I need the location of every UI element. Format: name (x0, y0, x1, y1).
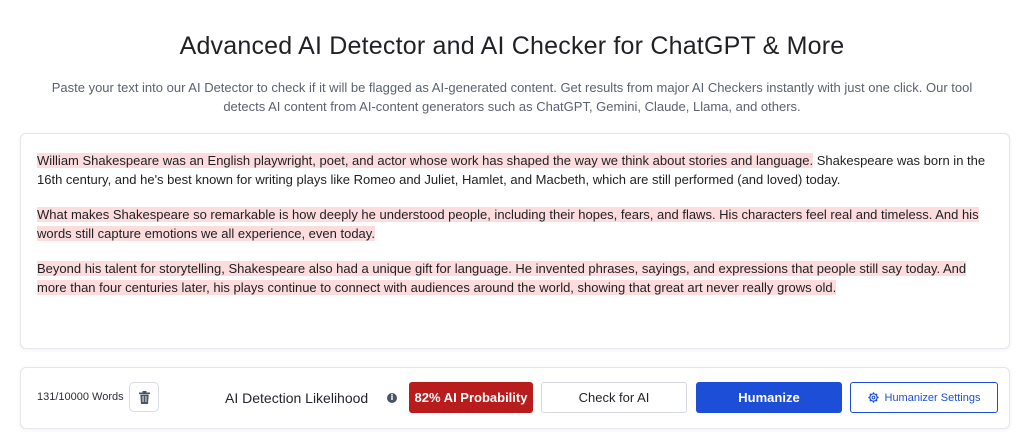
editor-paragraph-2: What makes Shakespeare so remarkable is … (37, 205, 997, 243)
ai-highlight: William Shakespeare was an English playw… (37, 153, 814, 168)
humanize-button[interactable]: Humanize (696, 382, 842, 413)
ai-highlight: Beyond his talent for storytelling, Shak… (37, 261, 967, 295)
editor-content[interactable]: William Shakespeare was an English playw… (37, 151, 997, 313)
page-title: Advanced AI Detector and AI Checker for … (179, 32, 845, 60)
humanizer-settings-button[interactable]: Humanizer Settings (850, 382, 998, 413)
humanizer-settings-label: Humanizer Settings (884, 391, 981, 404)
ai-likelihood-label: AI Detection Likelihood (225, 390, 369, 406)
editor-paragraph-1: William Shakespeare was an English playw… (37, 151, 997, 189)
action-toolbar: 131/10000 Words AI Detection Likelihood … (20, 367, 1010, 429)
gear-icon (867, 392, 879, 403)
editor-paragraph-3: Beyond his talent for storytelling, Shak… (37, 259, 997, 297)
trash-icon (138, 390, 150, 404)
clear-text-button[interactable] (129, 382, 159, 412)
ai-highlight: What makes Shakespeare so remarkable is … (37, 207, 979, 241)
check-for-ai-button[interactable]: Check for AI (541, 382, 687, 413)
text-editor[interactable]: William Shakespeare was an English playw… (20, 133, 1010, 349)
info-icon[interactable]: i (387, 393, 397, 403)
page-subtitle: Paste your text into our AI Detector to … (51, 80, 973, 114)
ai-probability-badge: 82% AI Probability (409, 382, 533, 413)
word-count: 131/10000 Words (37, 391, 124, 403)
